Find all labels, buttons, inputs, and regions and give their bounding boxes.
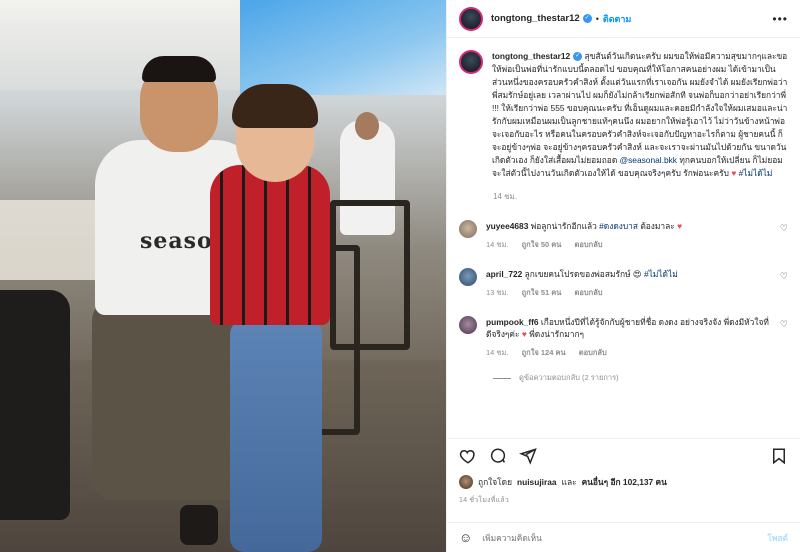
likes-summary[interactable]: ถูกใจโดย nuisujiraa และ คนอื่นๆ อีก 102,…: [459, 475, 788, 489]
caption-mention-link[interactable]: @seasonal.bkk: [620, 155, 677, 165]
post-header: tongtong_thestar12 ✓ • ติดตาม •••: [447, 0, 800, 38]
heart-emoji-icon: ♥: [731, 168, 737, 178]
verified-badge-icon: ✓: [573, 52, 583, 62]
commenter-avatar[interactable]: [459, 268, 477, 286]
comment-username[interactable]: april_722: [486, 269, 522, 279]
save-bookmark-icon[interactable]: [770, 447, 788, 465]
caption-body: สุขสันต์วันเกิดนะครับ ผมขอให้พ่อมีความสุ…: [492, 51, 788, 165]
comment-message: พ่อลูกน่ารักอีกแล้ว: [530, 221, 597, 231]
comment-username[interactable]: yuyee4683: [486, 221, 528, 231]
comment-message-end: พี่ดงน่ารักมากๆ: [529, 329, 585, 339]
photo-shoe: [180, 505, 218, 545]
comment-item: pumpook_ff6 เกือบหนึ่งปีที่ได้รู้จักกับผ…: [459, 316, 788, 359]
author-avatar[interactable]: [459, 6, 483, 31]
comment-reply-button[interactable]: ตอบกลับ: [575, 288, 603, 297]
commenter-avatar[interactable]: [459, 316, 477, 334]
view-replies-label: ดูข้อความตอบกลับ (2 รายการ): [519, 373, 619, 382]
emoji-smiley-icon[interactable]: ☺: [459, 530, 472, 545]
comment-meta: 14 ชม. ถูกใจ 124 คน ตอบกลับ: [486, 347, 770, 359]
view-replies-button[interactable]: ดูข้อความตอบกลับ (2 รายการ): [493, 372, 788, 384]
comment-like-heart-icon[interactable]: ♡: [780, 223, 788, 234]
add-comment-input[interactable]: [482, 532, 768, 543]
verified-badge-icon: ✓: [582, 14, 592, 23]
separator-dot: •: [595, 13, 599, 24]
comment-bubble-icon[interactable]: [489, 447, 507, 465]
comment-hashtag-link[interactable]: #ดงดงบาส: [599, 221, 638, 231]
heart-emoji-icon: ♥: [521, 329, 527, 339]
post-timestamp: 14 ชั่วโมงที่แล้ว: [459, 497, 509, 504]
instagram-post-view: seasona tongtong_thestar12 ✓ • ติดตาม ••…: [0, 0, 800, 552]
liked-by-username[interactable]: nuisujiraa: [517, 477, 557, 487]
caption-hashtag-link[interactable]: #ไม่ได้ไม่: [739, 168, 773, 178]
comment-time: 14 ชม.: [486, 348, 509, 357]
comment-reply-button[interactable]: ตอบกลับ: [579, 348, 607, 357]
photo-young-man-jeans: [230, 320, 322, 552]
liked-by-middle: และ: [561, 477, 577, 487]
comment-body: yuyee4683 พ่อลูกน่ารักอีกแล้ว #ดงดงบาส ต…: [486, 220, 788, 251]
post-side-panel: tongtong_thestar12 ✓ • ติดตาม ••• tongto…: [446, 0, 800, 552]
comment-meta: 13 ชม. ถูกใจ 51 คน ตอบกลับ: [486, 287, 770, 299]
action-icons-row: [459, 447, 788, 465]
post-comment-button[interactable]: โพสต์: [767, 531, 788, 545]
more-options-icon[interactable]: •••: [772, 12, 788, 26]
comment-username[interactable]: pumpook_ff6: [486, 317, 539, 327]
comment-likes-count[interactable]: ถูกใจ 50 คน: [522, 240, 562, 249]
comment-meta: 14 ชม. ถูกใจ 50 คน ตอบกลับ: [486, 239, 770, 251]
comments-scroll-area[interactable]: tongtong_thestar12 ✓ สุขสันต์วันเกิดนะครั…: [447, 38, 800, 438]
comment-message-end: ต้องมาละ: [640, 221, 675, 231]
comment-body: pumpook_ff6 เกือบหนึ่งปีที่ได้รู้จักกับผ…: [486, 316, 788, 359]
post-caption: tongtong_thestar12 ✓ สุขสันต์วันเกิดนะครั…: [459, 50, 788, 180]
photo-man-hair: [142, 56, 216, 82]
post-actions: ถูกใจโดย nuisujiraa และ คนอื่นๆ อีก 102,…: [447, 438, 800, 522]
comment-item: april_722 ลูกเขยคนโปรดของพ่อสมรักษ์ 😍 #ไ…: [459, 268, 788, 299]
photo-young-man-shirt: [210, 165, 330, 325]
post-photo[interactable]: seasona: [0, 0, 446, 552]
comment-text: yuyee4683 พ่อลูกน่ารักอีกแล้ว #ดงดงบาส ต…: [486, 220, 770, 232]
comment-item: yuyee4683 พ่อลูกน่ารักอีกแล้ว #ดงดงบาส ต…: [459, 220, 788, 251]
author-username[interactable]: tongtong_thestar12: [491, 13, 580, 24]
comment-hashtag-link[interactable]: #ไม่ได้ไม่: [644, 269, 678, 279]
replies-divider-line: [493, 377, 511, 379]
photo-left-person: [0, 290, 70, 520]
share-paper-plane-icon[interactable]: [519, 447, 537, 465]
caption-time: 14 ชม.: [493, 192, 518, 201]
heart-eyes-emoji-icon: 😍: [632, 269, 642, 279]
photo-young-man-hair: [232, 84, 318, 128]
photo-background-person-head: [355, 112, 379, 140]
liker-avatar: [459, 475, 473, 489]
caption-username[interactable]: tongtong_thestar12: [492, 51, 570, 61]
caption-text: tongtong_thestar12 ✓ สุขสันต์วันเกิดนะครั…: [492, 50, 788, 180]
photo-sky: [240, 0, 446, 95]
comment-time: 14 ชม.: [486, 240, 509, 249]
comment-like-heart-icon[interactable]: ♡: [780, 271, 788, 282]
liked-by-others-count[interactable]: คนอื่นๆ อีก 102,137 คน: [582, 475, 667, 489]
comment-body: april_722 ลูกเขยคนโปรดของพ่อสมรักษ์ 😍 #ไ…: [486, 268, 788, 299]
comment-reply-button[interactable]: ตอบกลับ: [575, 240, 603, 249]
commenter-avatar[interactable]: [459, 220, 477, 238]
comment-text: pumpook_ff6 เกือบหนึ่งปีที่ได้รู้จักกับผ…: [486, 316, 770, 340]
caption-author-avatar[interactable]: [459, 50, 483, 74]
comment-text: april_722 ลูกเขยคนโปรดของพ่อสมรักษ์ 😍 #ไ…: [486, 268, 770, 280]
comment-likes-count[interactable]: ถูกใจ 124 คน: [522, 348, 566, 357]
comment-like-heart-icon[interactable]: ♡: [780, 319, 788, 330]
comment-likes-count[interactable]: ถูกใจ 51 คน: [522, 288, 562, 297]
like-heart-icon[interactable]: [459, 447, 477, 465]
liked-by-prefix: ถูกใจโดย: [478, 477, 512, 487]
heart-emoji-icon: ♥: [677, 221, 683, 231]
comment-message: ลูกเขยคนโปรดของพ่อสมรักษ์: [524, 269, 631, 279]
comment-time: 13 ชม.: [486, 288, 509, 297]
follow-button[interactable]: ติดตาม: [603, 12, 632, 26]
add-comment-bar: ☺ โพสต์: [447, 522, 800, 552]
